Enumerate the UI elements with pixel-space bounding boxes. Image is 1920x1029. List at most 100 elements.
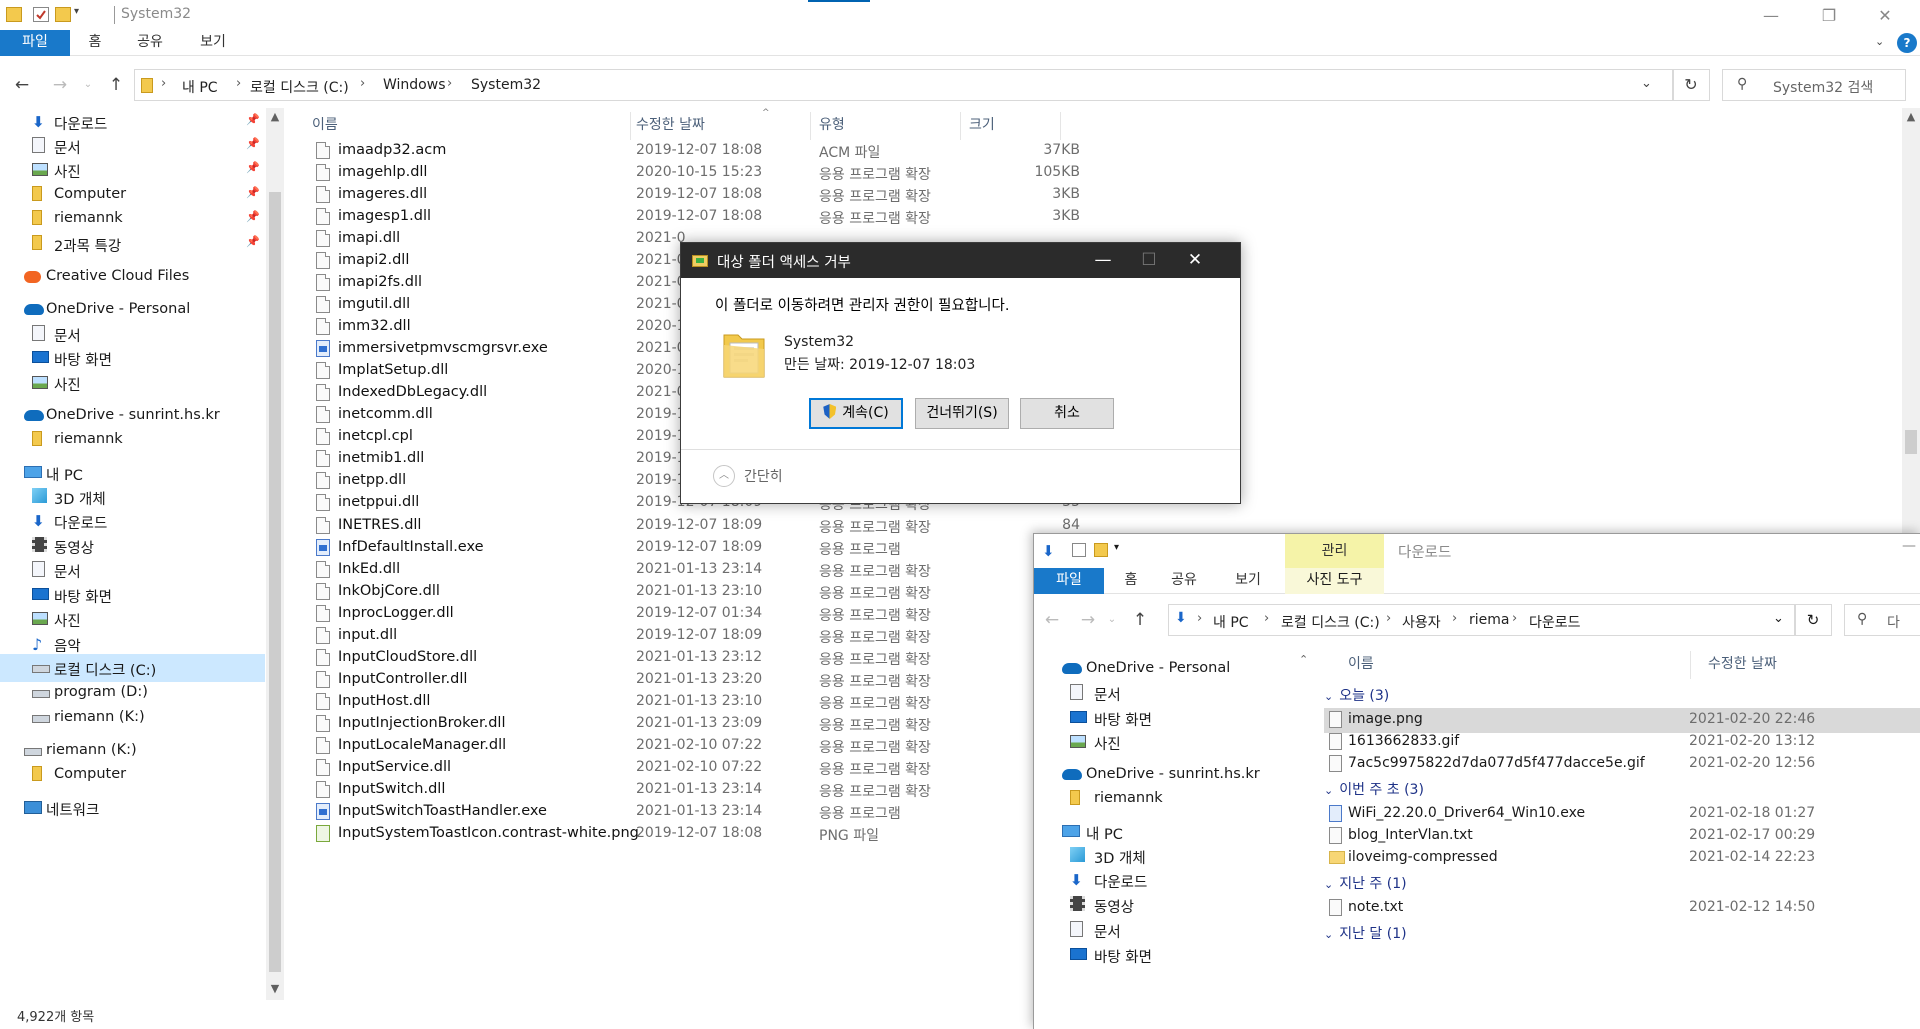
- sidebar-item[interactable]: 네트워크: [0, 794, 265, 822]
- help-icon[interactable]: ?: [1897, 33, 1917, 53]
- column-header-date[interactable]: 수정한 날짜: [1708, 653, 1777, 673]
- cancel-button[interactable]: 취소: [1020, 398, 1114, 429]
- breadcrumb-local-disk[interactable]: 로컬 디스크 (C:): [250, 77, 349, 97]
- scroll-up-arrow-icon[interactable]: ⌃: [1299, 653, 1308, 666]
- sidebar-item[interactable]: riemann (K:): [0, 704, 265, 732]
- new-folder-icon[interactable]: [55, 7, 71, 22]
- column-header-type[interactable]: 유형: [819, 114, 845, 134]
- tab-picture-tools[interactable]: 사진 도구: [1285, 568, 1384, 594]
- search-input[interactable]: ⚲ 다: [1844, 604, 1920, 636]
- file-row[interactable]: 7ac5c9975822d7da077d5f477dacce5e.gif 2021…: [1324, 752, 1920, 777]
- breadcrumb-users[interactable]: 사용자: [1402, 612, 1441, 632]
- sidebar-item[interactable]: 로컬 디스크 (C:): [0, 654, 265, 682]
- sidebar-item[interactable]: riemannk: [1034, 785, 1292, 813]
- refresh-icon[interactable]: ↻: [1672, 69, 1710, 101]
- up-arrow-icon[interactable]: ↑: [104, 73, 128, 97]
- qat-dropdown-icon[interactable]: ▾: [1114, 542, 1119, 553]
- tab-view[interactable]: 보기: [1226, 568, 1270, 594]
- pin-icon[interactable]: 📌: [246, 113, 260, 126]
- breadcrumb-riema[interactable]: riema: [1469, 612, 1509, 628]
- qat-dropdown-icon[interactable]: ▾: [74, 6, 79, 17]
- group-header[interactable]: ⌄ 지난 주 (1): [1324, 873, 1407, 893]
- sidebar-item[interactable]: 바탕 화면: [0, 344, 265, 372]
- pin-icon[interactable]: 📌: [246, 137, 260, 150]
- search-input[interactable]: ⚲ System32 검색: [1722, 69, 1906, 101]
- chevron-up-icon[interactable]: ︿: [713, 465, 735, 487]
- sidebar-item[interactable]: riemannk 📌: [0, 205, 265, 233]
- up-arrow-icon[interactable]: ↑: [1128, 608, 1152, 632]
- minimize-button[interactable]: —: [1080, 243, 1126, 278]
- minimize-button[interactable]: —: [1748, 0, 1794, 30]
- column-divider[interactable]: [960, 112, 961, 140]
- minimize-button[interactable]: —: [1902, 538, 1916, 554]
- column-divider[interactable]: [1690, 651, 1691, 679]
- file-row[interactable]: note.txt 2021-02-12 14:50: [1324, 896, 1920, 921]
- tab-file[interactable]: 파일: [1034, 568, 1104, 594]
- close-button[interactable]: ✕: [1862, 0, 1908, 30]
- new-folder-icon[interactable]: [1094, 543, 1108, 557]
- column-divider[interactable]: [810, 112, 811, 140]
- ribbon-expand-icon[interactable]: ⌄: [1875, 35, 1884, 48]
- breadcrumb-my-pc[interactable]: 내 PC: [1213, 612, 1249, 632]
- tab-share[interactable]: 공유: [1162, 568, 1206, 594]
- sidebar-item[interactable]: 문서: [1034, 916, 1292, 944]
- properties-checkbox-icon[interactable]: [33, 7, 49, 22]
- close-button[interactable]: ✕: [1172, 243, 1218, 278]
- sidebar-item[interactable]: Creative Cloud Files: [0, 263, 265, 291]
- pin-icon[interactable]: 📌: [246, 161, 260, 174]
- forward-arrow-icon[interactable]: →: [1076, 608, 1100, 632]
- column-divider[interactable]: [630, 112, 631, 140]
- sidebar-item[interactable]: ⬇ 다운로드: [0, 507, 265, 535]
- tab-home[interactable]: 홈: [1114, 568, 1148, 594]
- sidebar-item[interactable]: program (D:): [0, 679, 265, 707]
- recent-dropdown-icon[interactable]: ⌄: [1100, 608, 1124, 632]
- pin-icon[interactable]: 📌: [246, 235, 260, 248]
- column-divider[interactable]: [1060, 112, 1061, 140]
- group-header[interactable]: ⌄ 이번 주 초 (3): [1324, 779, 1424, 799]
- sidebar-item[interactable]: 바탕 화면: [1034, 941, 1292, 969]
- group-header[interactable]: ⌄ 지난 달 (1): [1324, 923, 1407, 943]
- tab-view[interactable]: 보기: [191, 30, 235, 56]
- column-header-name[interactable]: 이름: [312, 114, 338, 134]
- scroll-down-arrow-icon[interactable]: ▼: [266, 982, 284, 995]
- scroll-up-arrow-icon[interactable]: ▲: [266, 110, 284, 123]
- group-header[interactable]: ⌄ 오늘 (3): [1324, 685, 1389, 705]
- sidebar-item[interactable]: 사진: [0, 605, 265, 633]
- breadcrumb-my-pc[interactable]: 내 PC: [182, 77, 218, 97]
- column-header-date[interactable]: 수정한 날짜: [636, 114, 705, 134]
- address-box[interactable]: › 내 PC › 로컬 디스크 (C:) › Windows › System3…: [134, 69, 1674, 101]
- pin-icon[interactable]: 📌: [246, 210, 260, 223]
- restore-button[interactable]: ❐: [1806, 0, 1852, 30]
- sidebar-item[interactable]: 사진: [0, 369, 265, 397]
- column-header-size[interactable]: 크기: [969, 114, 995, 134]
- back-arrow-icon[interactable]: ←: [1040, 608, 1064, 632]
- address-box[interactable]: ⬇ › 내 PC › 로컬 디스크 (C:) › 사용자 › riema › 다…: [1168, 604, 1796, 636]
- tab-file[interactable]: 파일: [0, 30, 70, 56]
- navigation-scrollbar[interactable]: ▲ ▼: [266, 108, 284, 1000]
- breadcrumb-windows[interactable]: Windows: [383, 77, 446, 93]
- breadcrumb-system32[interactable]: System32: [471, 77, 541, 93]
- sidebar-item[interactable]: Computer: [0, 761, 265, 789]
- sidebar-item[interactable]: 문서: [1034, 679, 1292, 707]
- properties-checkbox-icon[interactable]: [1072, 543, 1086, 557]
- scroll-thumb[interactable]: [1905, 430, 1917, 454]
- scroll-thumb[interactable]: [269, 192, 281, 972]
- sidebar-item[interactable]: 동영상: [1034, 891, 1292, 919]
- navigation-scrollbar[interactable]: ⌃: [1296, 651, 1314, 1029]
- continue-button[interactable]: 계속(C): [809, 398, 903, 429]
- column-header-name[interactable]: 이름: [1348, 653, 1374, 673]
- sidebar-item[interactable]: riemannk: [0, 426, 265, 454]
- address-dropdown-icon[interactable]: ⌄: [1773, 611, 1784, 626]
- sidebar-item[interactable]: 사진 📌: [0, 156, 265, 184]
- tab-share[interactable]: 공유: [128, 30, 172, 56]
- pin-icon[interactable]: 📌: [246, 186, 260, 199]
- recent-dropdown-icon[interactable]: ⌄: [76, 73, 100, 97]
- breadcrumb-local-disk[interactable]: 로컬 디스크 (C:): [1281, 612, 1380, 632]
- forward-arrow-icon[interactable]: →: [48, 73, 72, 97]
- back-arrow-icon[interactable]: ←: [10, 73, 34, 97]
- sidebar-item[interactable]: 문서: [0, 556, 265, 584]
- sidebar-item[interactable]: 2과목 특강 📌: [0, 230, 265, 258]
- file-row[interactable]: InputSystemToastIcon.contrast-white.png 2…: [300, 821, 1080, 848]
- sidebar-item[interactable]: ⬇ 다운로드: [1034, 866, 1292, 894]
- skip-button[interactable]: 건너뛰기(S): [915, 398, 1009, 429]
